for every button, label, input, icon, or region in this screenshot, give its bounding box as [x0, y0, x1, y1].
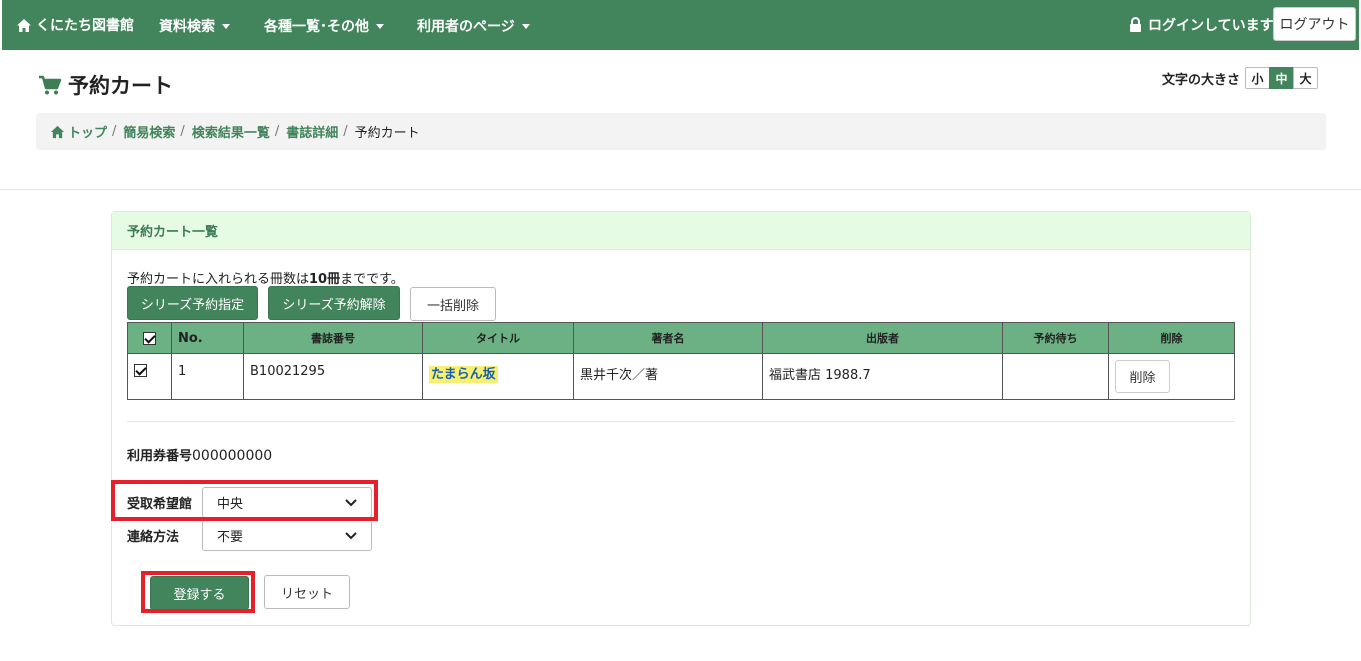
breadcrumb-top[interactable]: トップ [50, 122, 107, 141]
row-waiting [1002, 353, 1109, 400]
table-row: 1 B10021295 たまらん坂 黒井千次／著 福武書店 1988.7 削除 [127, 353, 1235, 400]
column-header: 削除 [1108, 322, 1235, 354]
brand-link[interactable]: くにたち図書館 [16, 15, 134, 35]
breadcrumb-book-detail[interactable]: 書誌詳細 [286, 122, 338, 141]
row-checkbox[interactable] [134, 364, 147, 377]
column-header: No. [171, 322, 244, 354]
login-status: ログインしています [1129, 15, 1274, 35]
contact-method-select[interactable]: 不要 [202, 520, 372, 551]
menu-material-search[interactable]: 資料検索 [159, 16, 230, 36]
column-header: 書誌番号 [243, 322, 423, 354]
select-all-header [127, 322, 172, 354]
column-header: 出版者 [762, 322, 1003, 354]
header-divider [0, 189, 1361, 190]
row-publisher: 福武書店 1988.7 [762, 353, 1003, 400]
font-size-switch: 文字の大きさ 小 中 大 [1162, 67, 1319, 89]
menu-lists-other[interactable]: 各種一覧･その他 [264, 16, 384, 36]
page-title: 予約カート [38, 70, 173, 100]
home-icon [50, 125, 65, 138]
breadcrumb: トップ / 簡易検索 / 検索結果一覧 / 書誌詳細 / 予約カート [36, 113, 1326, 150]
library-card-number: 利用券番号000000000 [127, 445, 272, 464]
breadcrumb-separator: / [180, 124, 185, 139]
row-title-cell: たまらん坂 [422, 353, 574, 400]
note-suffix: までです。 [340, 272, 404, 287]
column-header: タイトル [422, 322, 574, 354]
register-button[interactable]: 登録する [150, 576, 249, 610]
breadcrumb-separator: / [112, 124, 117, 139]
note-prefix: 予約カートに入れられる冊数は [127, 272, 310, 287]
page-title-text: 予約カート [68, 74, 173, 98]
menu-label: 各種一覧･その他 [264, 19, 369, 35]
menu-label: 資料検索 [159, 19, 215, 35]
reservation-cart-panel: 予約カート一覧 予約カートに入れられる冊数は10冊までです。 シリーズ予約指定 … [111, 211, 1251, 626]
lock-icon [1130, 17, 1141, 32]
cart-limit-note: 予約カートに入れられる冊数は10冊までです。 [127, 268, 404, 287]
caret-down-icon [521, 23, 530, 29]
login-status-label: ログインしています [1148, 18, 1274, 34]
row-delete-cell: 削除 [1108, 353, 1235, 400]
contact-method-label: 連絡方法 [127, 530, 180, 545]
pickup-library-select[interactable]: 中央 [202, 487, 372, 518]
card-number-value: 000000000 [192, 448, 273, 464]
menu-label: 利用者のページ [417, 19, 515, 35]
breadcrumb-simple-search[interactable]: 簡易検索 [123, 122, 175, 141]
caret-down-icon [376, 23, 384, 29]
book-title-link[interactable]: たまらん坂 [429, 366, 498, 383]
cart-table: No. 書誌番号 タイトル 著者名 出版者 予約待ち 削除 1 B1002129… [127, 322, 1235, 400]
contact-method-row: 連絡方法 不要 [127, 520, 372, 551]
home-icon [17, 18, 31, 32]
column-header: 著者名 [573, 322, 763, 354]
note-count: 10冊 [309, 272, 341, 287]
column-header: 予約待ち [1002, 322, 1109, 354]
pickup-library-value: 中央 [217, 497, 244, 512]
cart-icon [39, 75, 62, 95]
series-reserve-unset-button[interactable]: シリーズ予約解除 [268, 286, 400, 320]
brand-label: くにたち図書館 [36, 18, 134, 34]
row-select-cell [127, 353, 172, 400]
font-size-small-button[interactable]: 小 [1245, 67, 1271, 89]
breadcrumb-search-results[interactable]: 検索結果一覧 [192, 122, 270, 141]
font-size-large-button[interactable]: 大 [1293, 67, 1319, 89]
card-number-label: 利用券番号 [127, 449, 193, 464]
series-reserve-set-button[interactable]: シリーズ予約指定 [127, 286, 258, 320]
row-book-id: B10021295 [243, 353, 423, 400]
delete-row-button[interactable]: 削除 [1115, 360, 1170, 393]
table-header-row: No. 書誌番号 タイトル 著者名 出版者 予約待ち 削除 [127, 322, 1235, 354]
pickup-library-label: 受取希望館 [127, 497, 193, 512]
breadcrumb-separator: / [343, 124, 348, 139]
breadcrumb-current: 予約カート [354, 126, 420, 141]
breadcrumb-separator: / [274, 124, 280, 139]
row-no: 1 [171, 353, 244, 400]
caret-down-icon [222, 23, 230, 29]
panel-heading: 予約カート一覧 [112, 212, 1250, 250]
logout-button[interactable]: ログアウト [1273, 7, 1356, 41]
pickup-library-row: 受取希望館 中央 [127, 487, 372, 518]
breadcrumb-label: トップ [68, 126, 108, 141]
select-all-checkbox[interactable] [143, 331, 156, 345]
font-size-medium-button[interactable]: 中 [1269, 67, 1295, 89]
top-navbar: くにたち図書館 資料検索 各種一覧･その他 利用者のページ ログインしています … [2, 0, 1359, 50]
menu-user-page[interactable]: 利用者のページ [417, 16, 530, 36]
contact-method-value: 不要 [217, 530, 244, 545]
chevron-down-icon [345, 531, 357, 539]
bulk-delete-button[interactable]: 一括削除 [410, 287, 496, 321]
font-size-label: 文字の大きさ [1162, 72, 1241, 88]
chevron-down-icon [345, 498, 357, 506]
panel-divider [127, 421, 1235, 422]
reset-button[interactable]: リセット [264, 575, 350, 609]
row-author: 黒井千次／著 [573, 353, 763, 400]
